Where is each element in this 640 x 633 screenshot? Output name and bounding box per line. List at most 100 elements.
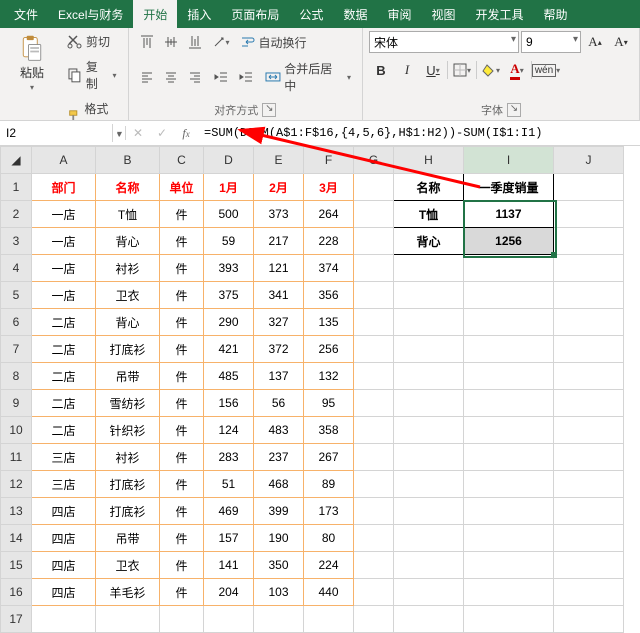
cell[interactable]: 四店 bbox=[32, 498, 96, 525]
fill-color-button[interactable]: ▾ bbox=[479, 58, 503, 82]
row-header[interactable]: 1 bbox=[1, 174, 32, 201]
cell[interactable] bbox=[554, 525, 624, 552]
cell[interactable] bbox=[554, 363, 624, 390]
cell[interactable] bbox=[354, 444, 394, 471]
cell[interactable] bbox=[554, 390, 624, 417]
cell[interactable]: 打底衫 bbox=[96, 336, 160, 363]
cell[interactable] bbox=[32, 606, 96, 633]
cell[interactable] bbox=[554, 606, 624, 633]
cell[interactable]: 440 bbox=[304, 579, 354, 606]
cell[interactable] bbox=[464, 579, 554, 606]
cell[interactable] bbox=[394, 579, 464, 606]
fill-handle[interactable] bbox=[551, 252, 557, 258]
cell[interactable] bbox=[354, 525, 394, 552]
cell[interactable] bbox=[554, 282, 624, 309]
cell[interactable]: 件 bbox=[160, 417, 204, 444]
cell[interactable]: T恤 bbox=[96, 201, 160, 228]
cell[interactable]: 卫衣 bbox=[96, 552, 160, 579]
cell[interactable]: 204 bbox=[204, 579, 254, 606]
row-header[interactable]: 13 bbox=[1, 498, 32, 525]
cell[interactable] bbox=[354, 417, 394, 444]
col-header[interactable]: A bbox=[32, 147, 96, 174]
wrap-text-button[interactable]: 自动换行 bbox=[235, 31, 312, 54]
cell[interactable]: 156 bbox=[204, 390, 254, 417]
paste-button[interactable]: 粘贴 ▾ bbox=[6, 30, 58, 96]
cell[interactable] bbox=[554, 309, 624, 336]
cell[interactable] bbox=[394, 471, 464, 498]
cell[interactable]: 190 bbox=[254, 525, 304, 552]
cell[interactable]: 375 bbox=[204, 282, 254, 309]
cell[interactable] bbox=[554, 444, 624, 471]
row-header[interactable]: 17 bbox=[1, 606, 32, 633]
borders-button[interactable]: ▾ bbox=[450, 58, 474, 82]
cell[interactable] bbox=[394, 525, 464, 552]
cell[interactable]: 背心 bbox=[96, 228, 160, 255]
cell[interactable]: 二店 bbox=[32, 390, 96, 417]
cell[interactable]: 背心 bbox=[394, 228, 464, 255]
tab-formulas[interactable]: 公式 bbox=[289, 0, 333, 28]
cell[interactable] bbox=[394, 309, 464, 336]
row-header[interactable]: 4 bbox=[1, 255, 32, 282]
cell[interactable]: 件 bbox=[160, 201, 204, 228]
cell[interactable] bbox=[554, 336, 624, 363]
cell[interactable]: 四店 bbox=[32, 579, 96, 606]
cell[interactable] bbox=[464, 525, 554, 552]
cell[interactable] bbox=[464, 444, 554, 471]
cell[interactable]: 358 bbox=[304, 417, 354, 444]
cell[interactable]: 二店 bbox=[32, 336, 96, 363]
cell[interactable] bbox=[464, 552, 554, 579]
cell[interactable] bbox=[354, 363, 394, 390]
cell[interactable] bbox=[354, 174, 394, 201]
cell[interactable]: 二店 bbox=[32, 309, 96, 336]
cell[interactable] bbox=[394, 417, 464, 444]
cell[interactable]: 名称 bbox=[394, 174, 464, 201]
cell[interactable] bbox=[554, 498, 624, 525]
cell[interactable] bbox=[394, 606, 464, 633]
col-header[interactable]: J bbox=[554, 147, 624, 174]
cell[interactable] bbox=[394, 363, 464, 390]
cell[interactable]: 141 bbox=[204, 552, 254, 579]
col-header[interactable]: B bbox=[96, 147, 160, 174]
cell[interactable]: 衬衫 bbox=[96, 444, 160, 471]
align-middle-button[interactable] bbox=[159, 30, 183, 54]
cell[interactable]: 137 bbox=[254, 363, 304, 390]
align-right-button[interactable] bbox=[183, 65, 207, 89]
cell[interactable]: 399 bbox=[254, 498, 304, 525]
cell[interactable] bbox=[464, 498, 554, 525]
cell[interactable]: 件 bbox=[160, 444, 204, 471]
cell[interactable]: 121 bbox=[254, 255, 304, 282]
col-header[interactable]: I bbox=[464, 147, 554, 174]
row-header[interactable]: 3 bbox=[1, 228, 32, 255]
cell[interactable] bbox=[554, 228, 624, 255]
cell[interactable]: 51 bbox=[204, 471, 254, 498]
align-bottom-button[interactable] bbox=[183, 30, 207, 54]
row-header[interactable]: 6 bbox=[1, 309, 32, 336]
cell[interactable]: 三店 bbox=[32, 471, 96, 498]
cell[interactable] bbox=[394, 444, 464, 471]
dialog-launcher-alignment[interactable]: ↘ bbox=[262, 103, 276, 117]
select-all-corner[interactable]: ◢ bbox=[1, 147, 32, 174]
row-header[interactable]: 7 bbox=[1, 336, 32, 363]
cell[interactable]: 217 bbox=[254, 228, 304, 255]
cell[interactable] bbox=[554, 417, 624, 444]
tab-review[interactable]: 审阅 bbox=[377, 0, 421, 28]
cell[interactable]: 372 bbox=[254, 336, 304, 363]
cell[interactable]: 衬衫 bbox=[96, 255, 160, 282]
cell[interactable] bbox=[394, 498, 464, 525]
row-header[interactable]: 16 bbox=[1, 579, 32, 606]
name-box[interactable] bbox=[0, 124, 113, 142]
cell[interactable] bbox=[354, 579, 394, 606]
cell[interactable]: 485 bbox=[204, 363, 254, 390]
worksheet[interactable]: ◢ A B C D E F G H I J 1 部门 名称 单位 1月 2月 3… bbox=[0, 146, 640, 633]
cell[interactable]: 237 bbox=[254, 444, 304, 471]
underline-button[interactable]: U▾ bbox=[421, 58, 445, 82]
cell[interactable] bbox=[554, 552, 624, 579]
cell[interactable] bbox=[464, 606, 554, 633]
cell[interactable] bbox=[204, 606, 254, 633]
cell[interactable]: 四店 bbox=[32, 525, 96, 552]
cell[interactable] bbox=[554, 579, 624, 606]
cell[interactable]: 290 bbox=[204, 309, 254, 336]
row-header[interactable]: 9 bbox=[1, 390, 32, 417]
col-header[interactable]: D bbox=[204, 147, 254, 174]
cell[interactable] bbox=[354, 228, 394, 255]
